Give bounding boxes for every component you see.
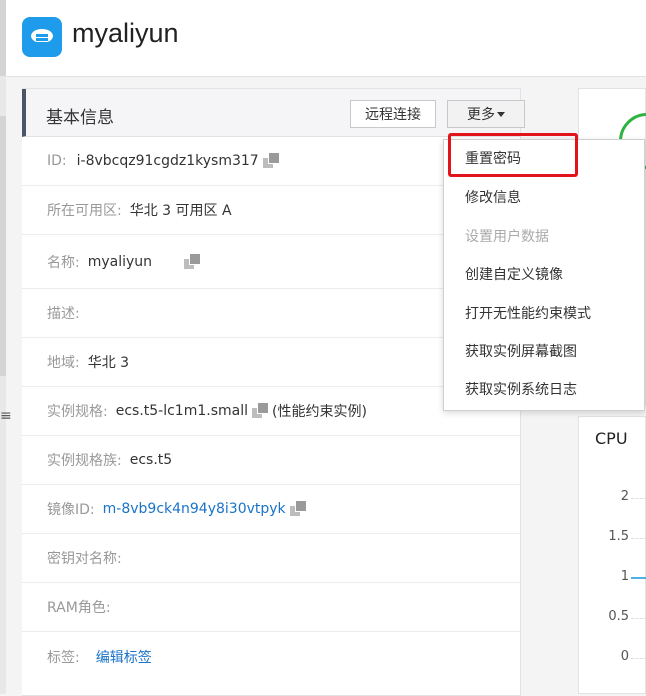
row-label: 所在可用区: (47, 203, 122, 219)
copy-icon[interactable] (262, 153, 279, 169)
cloud-server-icon (22, 17, 62, 57)
copy-icon[interactable] (184, 253, 201, 270)
panel-title: 基本信息 (46, 108, 114, 128)
left-nav-strip (0, 0, 6, 694)
cpu-title: CPU (595, 429, 628, 448)
row-label: 实例规格: (47, 404, 108, 420)
menu-handle-icon[interactable]: ≡ (0, 408, 12, 424)
more-button[interactable]: 更多 (447, 100, 525, 128)
menu-item-system-log[interactable]: 获取实例系统日志 (444, 371, 644, 409)
y-tick-label: 1 (620, 569, 629, 584)
cpu-chart-card: CPU 2 1.5 1 0.5 0 (578, 416, 646, 694)
row-label: RAM角色: (47, 600, 111, 616)
copy-icon[interactable] (252, 403, 269, 419)
row-note: (性能约束实例) (272, 404, 367, 420)
menu-item-unlimited-mode[interactable]: 打开无性能约束模式 (444, 295, 644, 333)
panel-header: 基本信息 远程连接 更多 (22, 89, 525, 137)
row-keypair: 密钥对名称: (22, 534, 520, 583)
y-tick-label: 1.5 (608, 529, 629, 544)
caret-down-icon (497, 111, 505, 117)
remote-connect-button[interactable]: 远程连接 (350, 100, 436, 128)
y-tick-label: 2 (620, 489, 629, 504)
series-line (631, 577, 646, 579)
image-id-link[interactable]: m-8vb9ck4n94y8i30vtpyk (103, 501, 286, 517)
row-tags: 标签: 编辑标签 (22, 632, 520, 681)
edit-tags-link[interactable]: 编辑标签 (96, 647, 152, 667)
row-value: ecs.t5-lc1m1.small (115, 403, 249, 419)
row-value: ecs.t5 (129, 452, 173, 468)
row-label: 地域: (47, 355, 80, 371)
grid-line (631, 658, 646, 659)
page-title: myaliyun (72, 18, 179, 48)
row-ram-role: RAM角色: (22, 583, 520, 632)
row-label: 标签: (47, 649, 80, 666)
y-tick-label: 0 (620, 649, 629, 664)
menu-item-screenshot[interactable]: 获取实例屏幕截图 (444, 333, 644, 371)
row-label: 名称: (47, 254, 80, 271)
more-button-label: 更多 (467, 107, 495, 123)
menu-item-set-user-data: 设置用户数据 (465, 229, 549, 245)
grid-line (631, 538, 646, 539)
menu-item-modify-info[interactable]: 修改信息 (444, 179, 644, 217)
row-label: 描述: (47, 306, 80, 322)
grid-line (631, 498, 646, 499)
highlight-box (448, 133, 578, 177)
menu-item-create-image[interactable]: 创建自定义镜像 (444, 256, 644, 294)
row-value: 华北 3 (87, 355, 130, 371)
page-header: myaliyun (0, 0, 646, 77)
more-dropdown-menu: 重置密码 修改信息 设置用户数据 创建自定义镜像 打开无性能约束模式 获取实例屏… (443, 139, 645, 411)
row-label: ID: (47, 153, 67, 169)
row-value: myaliyun (87, 253, 153, 270)
row-value: i-8vbcqz91cgdz1kysm317 (76, 153, 259, 169)
row-instance-family: 实例规格族: ecs.t5 (22, 436, 520, 485)
copy-icon[interactable] (289, 501, 306, 517)
row-image-id: 镜像ID: m-8vb9ck4n94y8i30vtpyk (22, 485, 520, 534)
row-label: 镜像ID: (47, 502, 95, 518)
grid-line (631, 618, 646, 619)
row-label: 实例规格族: (47, 453, 122, 469)
y-tick-label: 0.5 (608, 609, 629, 624)
row-value: 华北 3 可用区 A (129, 203, 232, 219)
row-label: 密钥对名称: (47, 551, 122, 567)
